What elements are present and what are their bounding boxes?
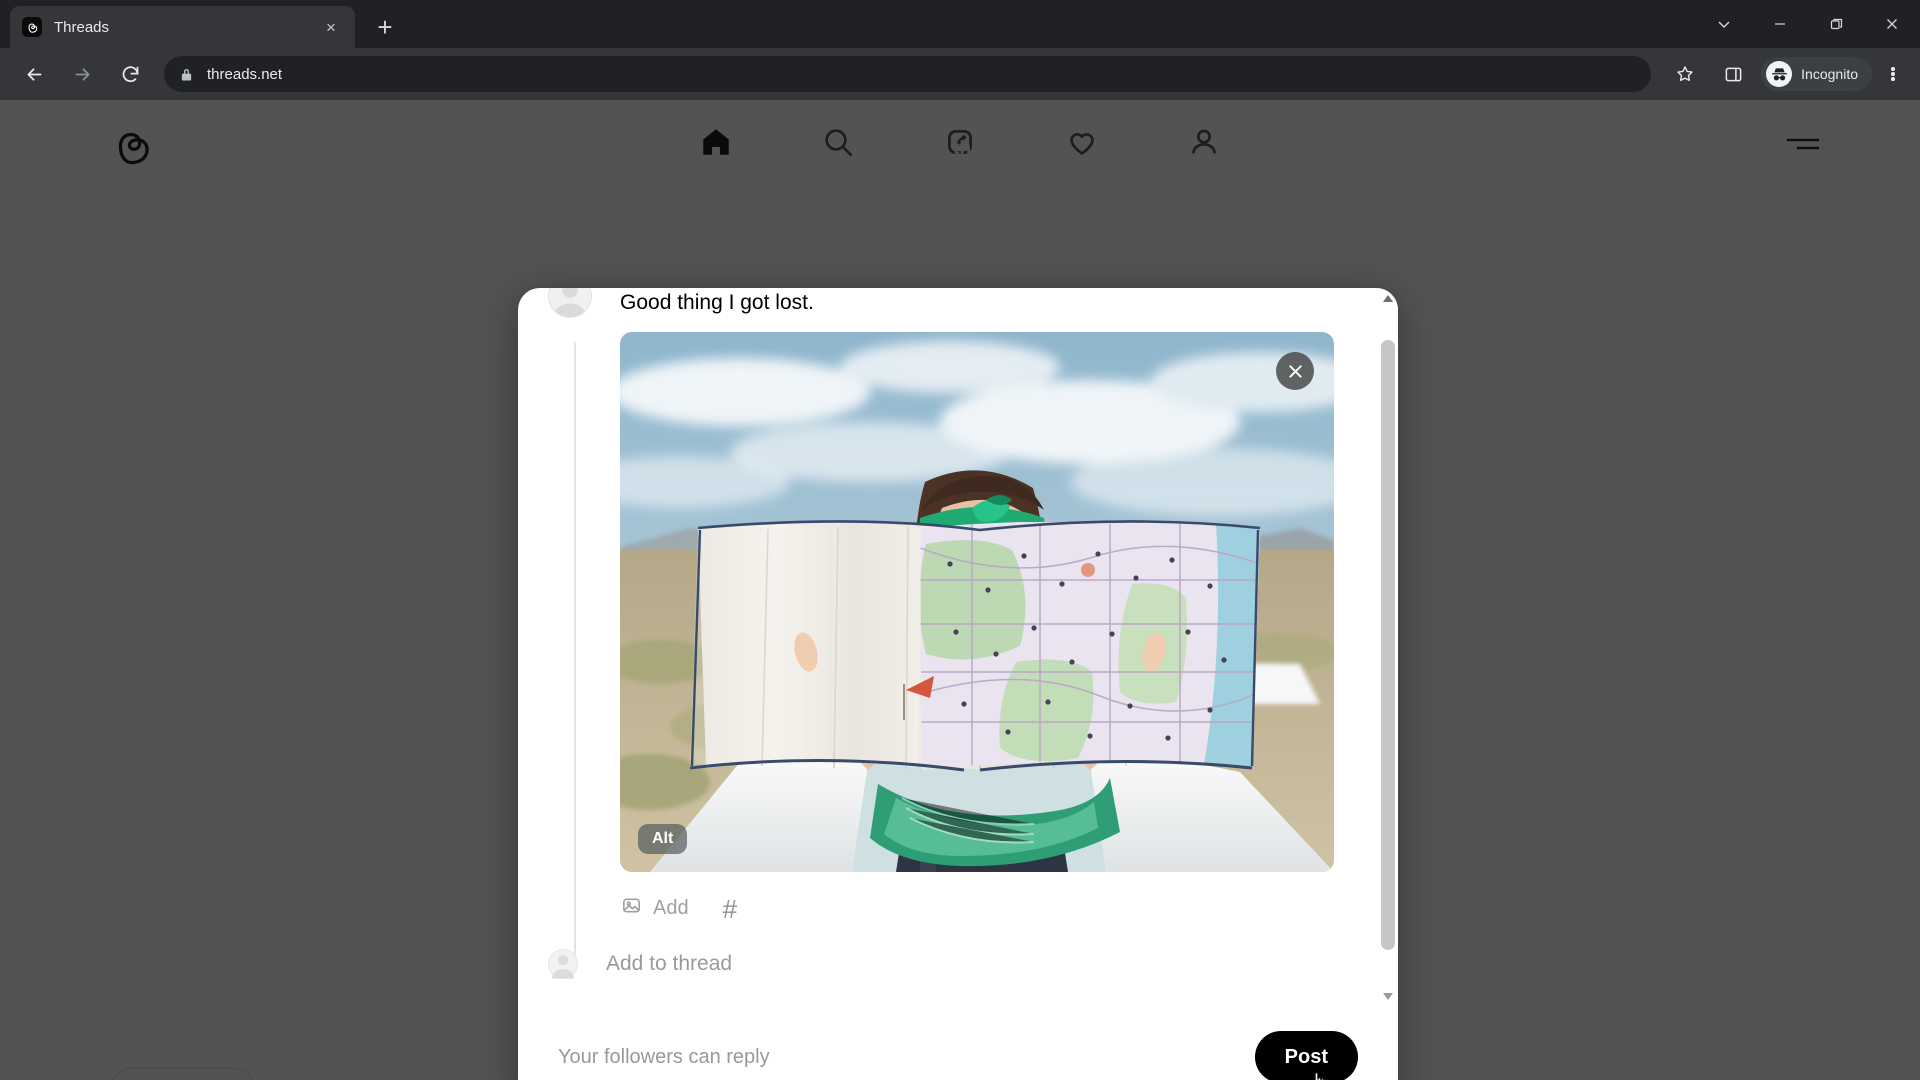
- browser-window: Threads × + threads.net Incognito Good t…: [0, 0, 1920, 1080]
- minimize-button[interactable]: [1752, 2, 1808, 46]
- modal-footer: Your followers can reply Post: [518, 1006, 1398, 1080]
- browser-toolbar: threads.net Incognito: [0, 48, 1920, 100]
- composer-body: Good thing I got lost. Alt Add #: [592, 288, 1378, 949]
- remove-media-close-icon[interactable]: [1276, 352, 1314, 391]
- scrollbar-thumb[interactable]: [1381, 340, 1395, 950]
- browser-tab-threads[interactable]: Threads ×: [10, 6, 355, 48]
- post-button[interactable]: Post: [1254, 1031, 1358, 1080]
- add-media-label: Add: [653, 897, 689, 920]
- alt-text-badge[interactable]: Alt: [638, 824, 688, 855]
- back-arrow-icon[interactable]: [16, 56, 52, 92]
- forward-arrow-icon[interactable]: [64, 56, 100, 92]
- modal-scrollbar[interactable]: [1378, 288, 1398, 1006]
- address-bar[interactable]: threads.net: [164, 56, 1652, 92]
- address-bar-url: threads.net: [207, 65, 283, 83]
- avatar: [548, 288, 592, 318]
- bookmark-star-icon[interactable]: [1667, 56, 1703, 92]
- incognito-profile-pill[interactable]: Incognito: [1761, 57, 1872, 91]
- window-controls: [1696, 0, 1920, 48]
- scroll-down-arrow-icon[interactable]: [1378, 986, 1398, 1006]
- toolbar-right-actions: Incognito: [1661, 56, 1910, 92]
- thread-connector-line: [574, 342, 576, 956]
- tab-title: Threads: [54, 18, 110, 36]
- composer-row: Good thing I got lost. Alt Add #: [518, 288, 1378, 956]
- kebab-menu-icon[interactable]: [1876, 57, 1910, 91]
- incognito-label: Incognito: [1801, 66, 1858, 82]
- add-to-thread-label: Add to thread: [606, 952, 733, 976]
- add-hashtag-button[interactable]: #: [723, 896, 737, 922]
- reload-icon[interactable]: [112, 56, 148, 92]
- lock-icon: [180, 67, 193, 82]
- scroll-up-arrow-icon[interactable]: [1378, 288, 1398, 308]
- new-tab-button[interactable]: +: [367, 9, 403, 45]
- reply-audience-setting[interactable]: Your followers can reply: [558, 1046, 770, 1069]
- modal-scroll-area: Good thing I got lost. Alt Add # Add to …: [518, 288, 1398, 1006]
- attached-media: Alt: [620, 332, 1334, 873]
- threads-page: New thread For you: [0, 100, 1920, 1080]
- composer-text-input[interactable]: Good thing I got lost.: [620, 288, 1378, 332]
- image-icon: [620, 894, 643, 923]
- maximize-button[interactable]: [1808, 2, 1864, 46]
- tab-strip: Threads × +: [0, 0, 1920, 48]
- tab-close-icon[interactable]: ×: [319, 15, 343, 39]
- new-thread-modal: Good thing I got lost. Alt Add # Add to …: [518, 288, 1398, 1080]
- incognito-icon: [1766, 61, 1793, 87]
- threads-favicon-icon: [22, 17, 42, 37]
- tab-search-button[interactable]: [1696, 2, 1752, 46]
- modal-content: Good thing I got lost. Alt Add # Add to …: [518, 288, 1378, 1006]
- side-panel-icon[interactable]: [1715, 56, 1751, 92]
- photo-woman-with-map: [620, 332, 1334, 873]
- add-media-button[interactable]: Add: [620, 894, 689, 923]
- close-window-button[interactable]: [1864, 2, 1920, 46]
- attachment-actions: Add #: [620, 886, 1378, 949]
- add-to-thread-row[interactable]: Add to thread: [518, 949, 1378, 980]
